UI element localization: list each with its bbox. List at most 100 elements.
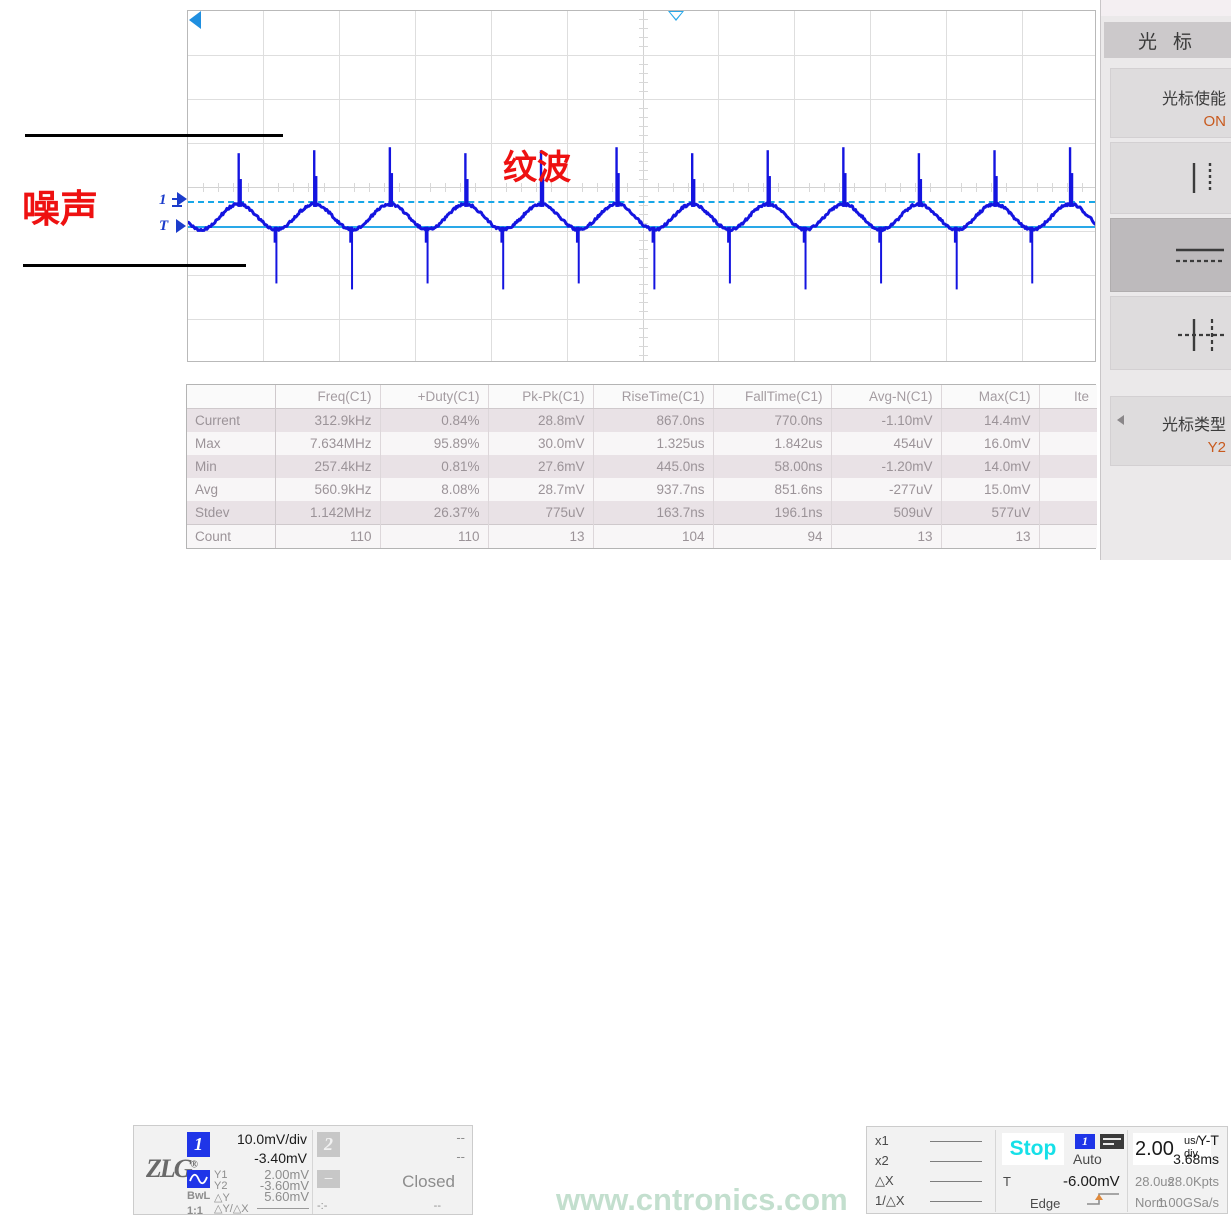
- channel1-ground-arrow-icon[interactable]: [177, 192, 187, 206]
- table-cell: -1.20mV: [831, 455, 941, 478]
- channel1-number[interactable]: 1: [187, 1132, 210, 1157]
- col-header-max: Max(C1): [941, 385, 1039, 409]
- channel1-probe-ratio: 1:1: [187, 1205, 203, 1217]
- col-header-freq: Freq(C1): [275, 385, 380, 409]
- table-cell: 509uV: [831, 501, 941, 525]
- menu-item-cursor-enable-label: 光标使能: [1162, 85, 1226, 109]
- channel2-status: Closed: [402, 1172, 455, 1192]
- channel1-bandwidth-label: BwL: [187, 1190, 210, 1202]
- table-header-row: Freq(C1) +Duty(C1) Pk-Pk(C1) RiseTime(C1…: [187, 385, 1097, 409]
- table-row[interactable]: Avg560.9kHz8.08%28.7mV937.7ns851.6ns-277…: [187, 478, 1097, 501]
- row-label: Avg: [187, 478, 275, 501]
- run-state-indicator[interactable]: Stop: [1002, 1133, 1064, 1165]
- table-cell: 445.0ns: [593, 455, 713, 478]
- rising-edge-icon: [1085, 1190, 1125, 1208]
- table-cell: -277uV: [831, 478, 941, 501]
- trigger-source-badge[interactable]: 1: [1075, 1134, 1095, 1149]
- channel2-coupling-icon[interactable]: –: [317, 1170, 340, 1188]
- cursor-x-value: ————: [930, 1133, 982, 1148]
- col-header-avgn: Avg-N(C1): [831, 385, 941, 409]
- table-cell: [1039, 432, 1097, 455]
- row-label: Count: [187, 525, 275, 549]
- channel2-number[interactable]: 2: [317, 1132, 340, 1157]
- trigger-level-arrow-icon[interactable]: [176, 219, 186, 233]
- table-cell: [1039, 455, 1097, 478]
- menu-item-cursor-type-label: 光标类型: [1162, 411, 1226, 435]
- table-cell: 257.4kHz: [275, 455, 380, 478]
- table-cell: 770.0ns: [713, 409, 831, 433]
- table-cell: 14.4mV: [941, 409, 1039, 433]
- channel2-minor2: --: [434, 1200, 441, 1212]
- table-row[interactable]: Min257.4kHz0.81%27.6mV445.0ns58.00ns-1.2…: [187, 455, 1097, 478]
- table-cell: [1039, 478, 1097, 501]
- col-header-0: [187, 385, 275, 409]
- status-bar: ZLG® 1 10.0mV/div -3.40mV BwL 1:1 Y12.00…: [0, 560, 1231, 661]
- menu-item-cursor-enable-value: ON: [1204, 113, 1227, 130]
- menu-item-cursor-mode-horizontal[interactable]: [1110, 218, 1231, 292]
- table-cell: 1.325us: [593, 432, 713, 455]
- table-cell: 775uV: [488, 501, 593, 525]
- col-header-risetime: RiseTime(C1): [593, 385, 713, 409]
- table-cell: 312.9kHz: [275, 409, 380, 433]
- trigger-sweep-mode[interactable]: Auto: [1073, 1151, 1102, 1167]
- channel1-offset: -3.40mV: [254, 1150, 307, 1166]
- channel1-cursor-label: △Y/△X: [214, 1202, 249, 1215]
- table-row[interactable]: Current312.9kHz0.84%28.8mV867.0ns770.0ns…: [187, 409, 1097, 433]
- table-cell: 0.81%: [380, 455, 488, 478]
- sample-rate: 1.00GSa/s: [1158, 1195, 1219, 1210]
- table-cell: 28.7mV: [488, 478, 593, 501]
- menu-item-cursor-enable[interactable]: 光标使能 ON: [1110, 68, 1231, 138]
- table-cell: 27.6mV: [488, 455, 593, 478]
- table-cell: 560.9kHz: [275, 478, 380, 501]
- oscilloscope-screen: 1 T 噪声 纹波 Freq(C1) +Duty(C1) Pk-Pk(C1) R…: [0, 0, 1231, 661]
- channel2-offset: --: [456, 1149, 465, 1164]
- channel2-minor: -:-: [317, 1200, 327, 1212]
- table-row[interactable]: Count11011013104941313: [187, 525, 1097, 549]
- menu-item-cursor-type[interactable]: 光标类型 Y2: [1110, 396, 1231, 466]
- table-row[interactable]: Stdev1.142MHz26.37%775uV163.7ns196.1ns50…: [187, 501, 1097, 525]
- table-cell: 95.89%: [380, 432, 488, 455]
- table-row[interactable]: Max7.634MHz95.89%30.0mV1.325us1.842us454…: [187, 432, 1097, 455]
- vertical-cursor-icon: [1180, 161, 1226, 195]
- table-cell: -1.10mV: [831, 409, 941, 433]
- cursor-x-label: x1: [875, 1133, 889, 1148]
- col-header-item: Ite: [1039, 385, 1097, 409]
- channel-info-panel: ZLG® 1 10.0mV/div -3.40mV BwL 1:1 Y12.00…: [133, 1125, 473, 1215]
- channel1-block[interactable]: 1 10.0mV/div -3.40mV: [187, 1130, 309, 1170]
- channel1-coupling-icon[interactable]: [187, 1170, 210, 1188]
- noise-leader-line-bottom: [23, 264, 246, 267]
- table-cell: 26.37%: [380, 501, 488, 525]
- noise-leader-line-top: [25, 134, 283, 137]
- horizontal-position-left-icon[interactable]: [189, 11, 201, 29]
- timebase-scale-unit-top: us/: [1184, 1135, 1199, 1147]
- table-cell: 16.0mV: [941, 432, 1039, 455]
- table-cell: 851.6ns: [713, 478, 831, 501]
- channel2-dash-icon: –: [317, 1169, 340, 1185]
- menu-item-cursor-mode-cross[interactable]: [1110, 296, 1231, 370]
- table-cell: 13: [941, 525, 1039, 549]
- table-cell: 0.84%: [380, 409, 488, 433]
- annotation-ripple: 纹波: [503, 140, 571, 189]
- menu-prev-arrow-icon[interactable]: [1117, 415, 1124, 425]
- channel1-scale: 10.0mV/div: [237, 1131, 307, 1147]
- trigger-level-label: T: [159, 218, 168, 235]
- row-label: Stdev: [187, 501, 275, 525]
- table-cell: 13: [831, 525, 941, 549]
- col-header-duty: +Duty(C1): [380, 385, 488, 409]
- table-cell: 15.0mV: [941, 478, 1039, 501]
- table-cell: 937.7ns: [593, 478, 713, 501]
- waveform-graticule[interactable]: [187, 10, 1096, 362]
- table-cell: 163.7ns: [593, 501, 713, 525]
- trigger-position-marker-inner: [670, 12, 682, 19]
- horizontal-cursor-icon: [1174, 241, 1226, 271]
- trigger-coupling-icon[interactable]: [1100, 1134, 1124, 1149]
- table-cell: 8.08%: [380, 478, 488, 501]
- table-cell: 867.0ns: [593, 409, 713, 433]
- measurement-table[interactable]: Freq(C1) +Duty(C1) Pk-Pk(C1) RiseTime(C1…: [186, 384, 1096, 549]
- ac-waveform-icon: [189, 1172, 208, 1186]
- menu-item-cursor-mode-vertical[interactable]: [1110, 142, 1231, 214]
- cursor-x-label: x2: [875, 1153, 889, 1168]
- col-header-falltime: FallTime(C1): [713, 385, 831, 409]
- row-label: Min: [187, 455, 275, 478]
- cursor-x-row: x2————: [875, 1152, 995, 1172]
